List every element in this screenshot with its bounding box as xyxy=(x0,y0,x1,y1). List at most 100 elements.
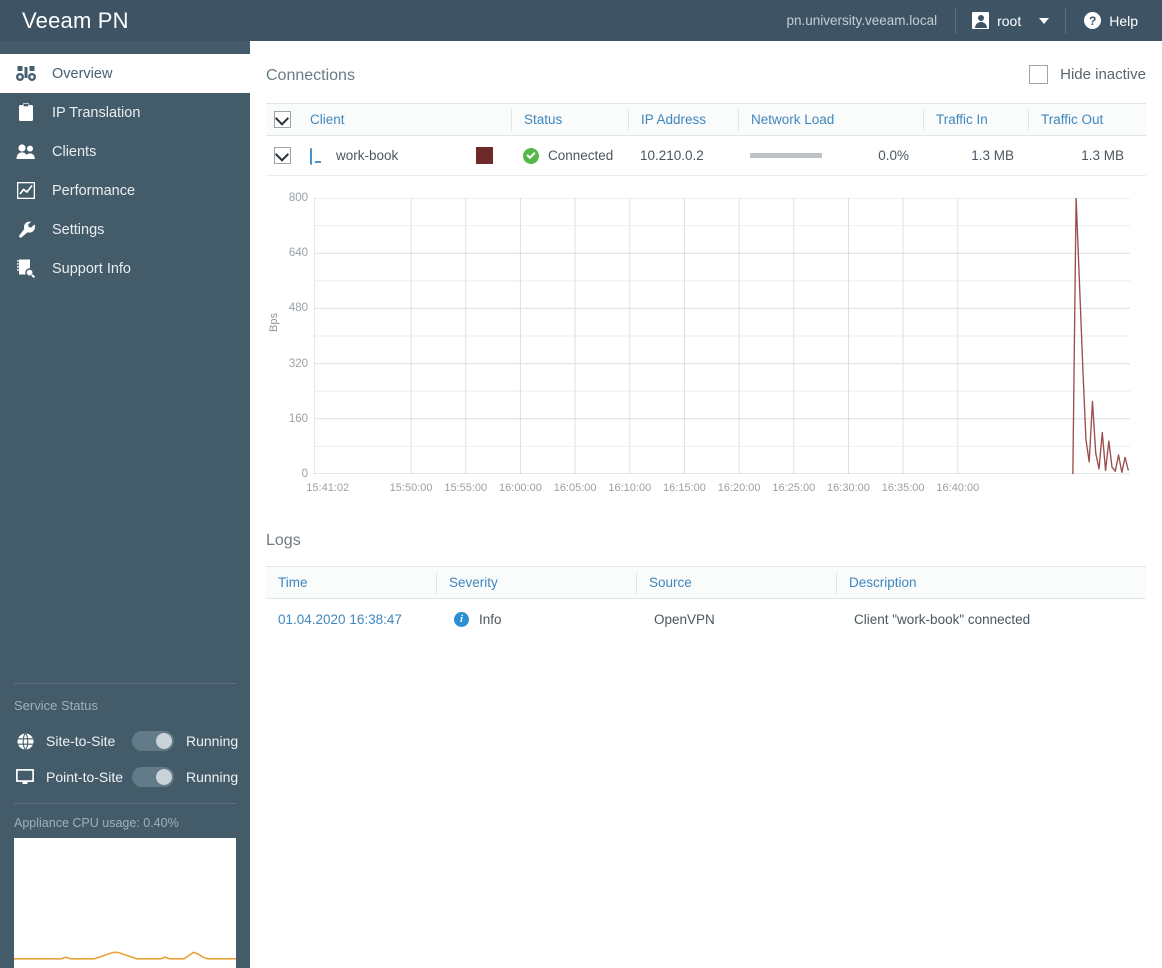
select-all-checkbox[interactable] xyxy=(273,111,291,128)
service-status-title: Service Status xyxy=(14,698,98,713)
binoculars-icon xyxy=(14,63,38,85)
monitor-icon xyxy=(14,767,36,787)
column-header-source[interactable]: Source xyxy=(636,571,836,594)
service-toggle-site-to-site[interactable] xyxy=(132,731,174,751)
cpu-usage-sparkline xyxy=(14,838,236,968)
column-header-network-load[interactable]: Network Load xyxy=(738,108,923,131)
host-label: pn.university.veeam.local xyxy=(786,13,938,28)
sidebar-item-label: Clients xyxy=(52,143,97,160)
cell-log-source: OpenVPN xyxy=(654,611,715,627)
chart-line-icon xyxy=(14,180,38,202)
service-name-label: Site-to-Site xyxy=(46,733,116,749)
service-toggle-point-to-site[interactable] xyxy=(132,767,174,787)
cell-log-time: 01.04.2020 16:38:47 xyxy=(266,599,436,639)
sidebar-item-support-info[interactable]: Support Info xyxy=(0,249,250,288)
chart-x-tick-label: 15:55:00 xyxy=(444,482,488,494)
service-row-point-to-site: Point-to-Site Running xyxy=(0,759,250,795)
chart-y-tick-label: 160 xyxy=(288,412,308,425)
chart-x-tick-label: 16:20:00 xyxy=(717,482,761,494)
chart-x-tick-label: 16:15:00 xyxy=(663,482,706,494)
hide-inactive-toggle[interactable]: Hide inactive xyxy=(1029,65,1146,84)
select-all-cell xyxy=(266,111,298,128)
table-row[interactable]: work-book Connected 10.210.0.2 0.0% 1.3 … xyxy=(266,136,1146,176)
chart-x-tick-label: 16:25:00 xyxy=(772,482,816,494)
column-header-client[interactable]: Client xyxy=(298,109,511,131)
user-menu-button[interactable]: root xyxy=(956,0,1065,41)
cell-network-load: 0.0% xyxy=(738,136,923,175)
user-name-label: root xyxy=(997,12,1022,29)
chart-y-tick-label: 0 xyxy=(301,468,308,480)
cell-traffic-in: 1.3 MB xyxy=(971,148,1014,163)
logs-title: Logs xyxy=(266,532,301,549)
chevron-down-icon xyxy=(1039,17,1050,24)
sidebar-item-label: IP Translation xyxy=(52,104,141,121)
sidebar-item-clients[interactable]: Clients xyxy=(0,132,250,171)
chart-x-ticks: 15:41:02 15:50:00 15:55:00 16:00:00 16:05:00… xyxy=(306,482,1130,500)
hide-inactive-checkbox[interactable] xyxy=(1029,65,1049,84)
service-state-label: Running xyxy=(186,733,239,749)
sidebar-item-settings[interactable]: Settings xyxy=(0,210,250,249)
client-name-label: work-book xyxy=(336,148,399,163)
service-row-site-to-site: Site-to-Site Running xyxy=(0,723,250,759)
sidebar-item-label: Settings xyxy=(52,221,105,238)
log-row[interactable]: 01.04.2020 16:38:47 i Info OpenVPN Clien… xyxy=(266,599,1146,639)
network-load-bar xyxy=(750,153,822,158)
sidebar-item-performance[interactable]: Performance xyxy=(0,171,250,210)
chart-x-tick-label: 16:40:00 xyxy=(936,482,980,494)
logs-table: Time Severity Source Description 01.04.2… xyxy=(266,566,1146,639)
client-color-swatch xyxy=(476,147,493,164)
chart-x-tick-label: 15:41:02 xyxy=(306,482,350,494)
app-header: Veeam PN pn.university.veeam.local root … xyxy=(0,0,1162,41)
hide-inactive-label: Hide inactive xyxy=(1060,66,1146,83)
chart-y-tick-label: 640 xyxy=(288,247,308,260)
info-circle-icon: i xyxy=(454,611,469,627)
sidebar-item-overview[interactable]: Overview xyxy=(0,54,263,93)
log-time-link[interactable]: 01.04.2020 16:38:47 xyxy=(278,612,402,627)
chart-x-tick-label: 16:05:00 xyxy=(553,482,597,494)
user-avatar-icon xyxy=(972,12,990,29)
row-select-cell xyxy=(266,147,298,164)
cell-status: Connected xyxy=(511,136,628,175)
sidebar-item-ip-translation[interactable]: IP Translation xyxy=(0,93,250,132)
log-severity-label: Info xyxy=(479,611,502,627)
globe-icon xyxy=(14,731,36,751)
sidebar: Overview IP Translation Clients Performa… xyxy=(0,41,263,968)
chart-x-tick-label: 16:35:00 xyxy=(881,482,925,494)
row-select-checkbox[interactable] xyxy=(273,147,291,164)
sidebar-item-label: Performance xyxy=(52,182,136,199)
column-header-traffic-in[interactable]: Traffic In xyxy=(923,108,1028,131)
column-header-status[interactable]: Status xyxy=(511,108,628,131)
chart-x-tick-label: 16:10:00 xyxy=(608,482,652,494)
cell-log-severity: i Info xyxy=(436,599,636,639)
help-button[interactable]: ? Help xyxy=(1066,0,1148,41)
wrench-icon xyxy=(14,219,38,241)
clipboard-icon xyxy=(14,102,38,124)
chart-y-tick-label: 800 xyxy=(288,192,308,204)
sidebar-item-label: Overview xyxy=(52,65,113,82)
users-icon xyxy=(14,141,38,163)
sidebar-item-label: Support Info xyxy=(52,260,131,277)
column-header-time[interactable]: Time xyxy=(266,572,436,594)
connections-title: Connections xyxy=(266,67,355,84)
service-state-label: Running xyxy=(186,769,239,785)
service-name-label: Point-to-Site xyxy=(46,769,124,785)
main-content: Connections Hide inactive Client Status … xyxy=(250,41,1162,968)
cell-client: work-book xyxy=(298,136,511,175)
chart-x-tick-label: 16:30:00 xyxy=(827,482,870,494)
chart-x-tick-label: 16:00:00 xyxy=(499,482,542,494)
chart-y-tick-label: 480 xyxy=(288,302,308,315)
chart-y-tick-label: 320 xyxy=(288,357,308,370)
monitor-icon xyxy=(310,148,326,165)
chart-plot-area xyxy=(313,197,1130,475)
column-header-description[interactable]: Description xyxy=(836,571,1146,594)
connections-table-header: Client Status IP Address Network Load Tr… xyxy=(266,103,1146,136)
header-actions: pn.university.veeam.local root ? Help xyxy=(787,0,1162,41)
column-header-ip-address[interactable]: IP Address xyxy=(628,108,738,131)
network-load-percent: 0.0% xyxy=(878,148,909,163)
column-header-traffic-out[interactable]: Traffic Out xyxy=(1028,108,1138,131)
chart-x-tick-label: 15:50:00 xyxy=(389,482,433,494)
question-circle-icon: ? xyxy=(1084,12,1102,29)
connections-table: Client Status IP Address Network Load Tr… xyxy=(266,103,1146,176)
cell-traffic-out: 1.3 MB xyxy=(1081,148,1124,163)
column-header-severity[interactable]: Severity xyxy=(436,571,636,594)
